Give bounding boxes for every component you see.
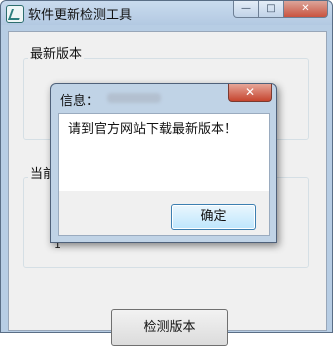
dialog-title-redacted [107, 93, 161, 103]
window-controls: — □ ✕ [233, 1, 328, 18]
ok-button[interactable]: 确定 [171, 204, 256, 230]
app-icon [6, 5, 24, 23]
titlebar[interactable]: 软件更新检测工具 — □ ✕ [1, 1, 332, 25]
close-button[interactable]: ✕ [284, 1, 328, 18]
maximize-icon: □ [266, 3, 276, 14]
maximize-button[interactable]: □ [259, 1, 284, 18]
dialog-message: 请到官方网站下载最新版本！ [68, 122, 238, 137]
dialog-close-button[interactable]: ✕ [228, 84, 272, 102]
window-title: 软件更新检测工具 [28, 8, 133, 23]
minimize-icon: — [241, 3, 251, 14]
close-icon: ✕ [301, 3, 310, 14]
close-icon: ✕ [244, 85, 256, 99]
check-version-button[interactable]: 检测版本 [111, 309, 228, 346]
minimize-button[interactable]: — [233, 1, 259, 18]
latest-version-label: 最新版本 [28, 43, 85, 62]
dialog-title: 信息： [60, 94, 100, 109]
info-dialog: 信息： ✕ 请到官方网站下载最新版本！ 确定 [50, 83, 277, 243]
